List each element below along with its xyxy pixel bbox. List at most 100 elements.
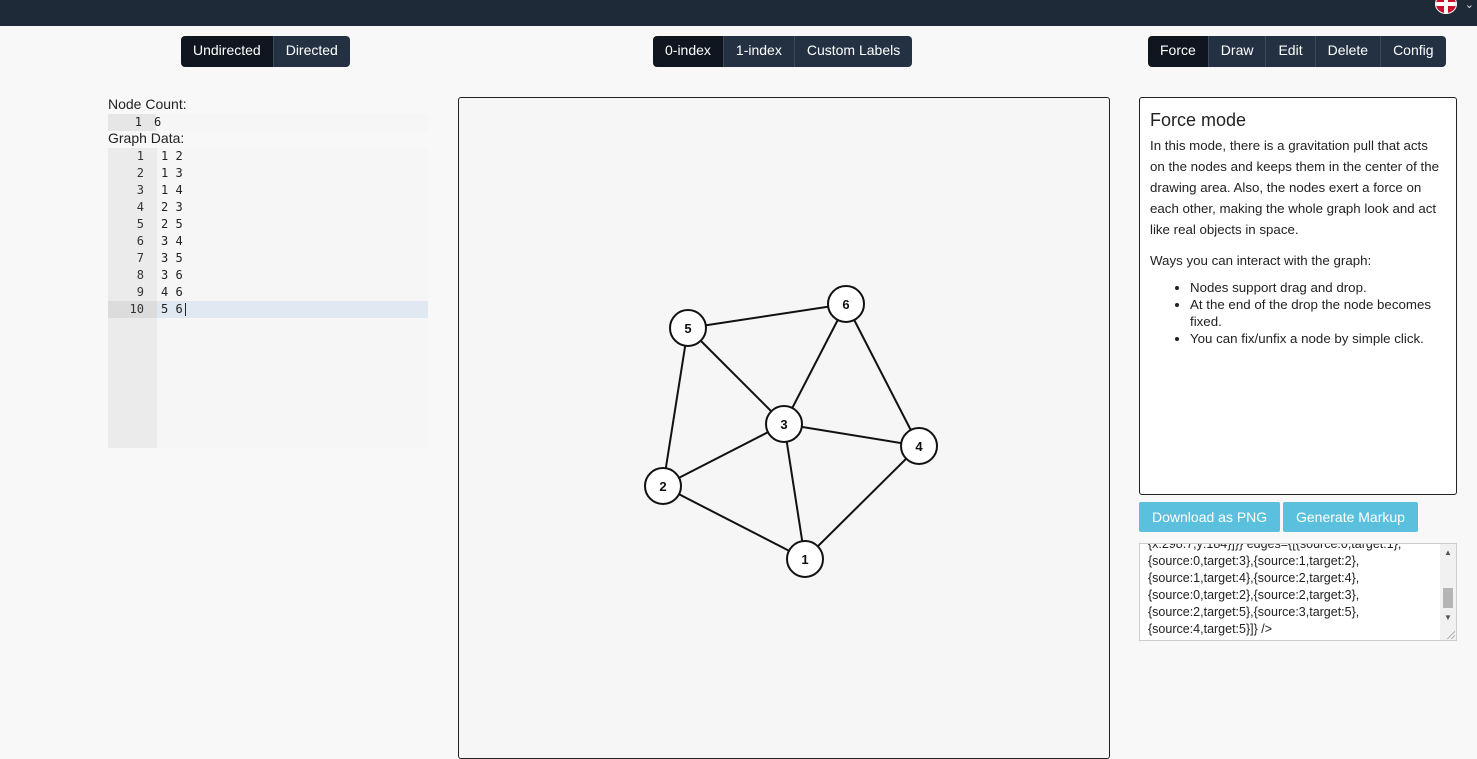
config-mode-button[interactable]: Config bbox=[1380, 36, 1446, 67]
markup-output-textarea[interactable]: {x:298.7,y:184}]}} edges={[{source:0,tar… bbox=[1139, 543, 1457, 641]
graph-edge-4-6[interactable] bbox=[845, 303, 920, 447]
graph-data-editor[interactable]: 11 221 331 442 352 563 473 583 694 6 10 5 … bbox=[108, 148, 428, 448]
info-interact-heading: Ways you can interact with the graph: bbox=[1150, 253, 1372, 268]
markup-line: {source:1,target:4},{source:2,target:4}, bbox=[1148, 571, 1360, 585]
graph-edge-2-5[interactable] bbox=[662, 327, 689, 487]
markup-line: {source:0,target:3},{source:1,target:2}, bbox=[1148, 554, 1360, 568]
editor-line[interactable]: 5 2 5 bbox=[108, 216, 428, 233]
mode-toggle: Force Draw Edit Delete Config bbox=[1148, 36, 1446, 67]
line-number: 2 bbox=[136, 166, 144, 180]
edge-text[interactable]: 1 4 bbox=[161, 182, 183, 199]
uk-flag-icon[interactable] bbox=[1435, 0, 1457, 14]
edit-mode-button[interactable]: Edit bbox=[1265, 36, 1315, 67]
markup-line: {source:2,target:5},{source:3,target:5}, bbox=[1148, 605, 1360, 619]
info-bullet: Nodes support drag and drop. bbox=[1190, 279, 1446, 296]
line-number: 8 bbox=[136, 268, 144, 282]
node-label: 2 bbox=[659, 479, 666, 494]
graph-data-label: Graph Data: bbox=[108, 130, 185, 146]
graph-edge-3-5[interactable] bbox=[687, 327, 785, 425]
graph-node-3[interactable]: 3 bbox=[765, 405, 803, 443]
editor-line[interactable]: 6 3 4 bbox=[108, 233, 428, 250]
info-title: Force mode bbox=[1150, 110, 1247, 130]
graph-edge-5-6[interactable] bbox=[687, 303, 847, 329]
edge-text[interactable]: 3 4 bbox=[161, 233, 183, 250]
info-paragraph: In this mode, there is a gravitation pul… bbox=[1150, 138, 1440, 237]
text-cursor bbox=[185, 303, 186, 316]
edge-text[interactable]: 1 3 bbox=[161, 165, 183, 182]
markup-line: {source:4,target:5}]} /> bbox=[1148, 622, 1273, 636]
custom-labels-button[interactable]: Custom Labels bbox=[793, 36, 913, 67]
one-index-button[interactable]: 1-index bbox=[722, 36, 794, 67]
directed-button[interactable]: Directed bbox=[272, 36, 350, 67]
info-bullet: You can fix/unfix a node by simple click… bbox=[1190, 330, 1446, 347]
editor-line[interactable]: 9 4 6 bbox=[108, 284, 428, 301]
info-bullets: Nodes support drag and drop. At the end … bbox=[1150, 279, 1446, 347]
node-label: 5 bbox=[684, 321, 691, 336]
line-number: 9 bbox=[136, 285, 144, 299]
graph-node-1[interactable]: 1 bbox=[786, 540, 824, 578]
zero-index-button[interactable]: 0-index bbox=[653, 36, 723, 67]
chevron-down-icon[interactable]: ⌄ bbox=[1465, 0, 1474, 11]
editor-line[interactable]: 10 5 6 bbox=[108, 301, 428, 318]
edge-text[interactable]: 3 6 bbox=[161, 267, 183, 284]
markup-scrollbar[interactable]: ▲ ▼ bbox=[1440, 544, 1456, 640]
undirected-button[interactable]: Undirected bbox=[181, 36, 273, 67]
line-number: 7 bbox=[136, 251, 144, 265]
graph-node-4[interactable]: 4 bbox=[900, 427, 938, 465]
node-count-value[interactable]: 6 bbox=[154, 114, 161, 131]
node-label: 3 bbox=[780, 417, 787, 432]
edge-text[interactable]: 4 6 bbox=[161, 284, 183, 301]
scrollbar-thumb[interactable] bbox=[1443, 588, 1453, 608]
graph-svg[interactable]: 1 2 3 4 5 6 bbox=[459, 98, 1109, 738]
graph-node-6[interactable]: 6 bbox=[827, 285, 865, 323]
editor-line[interactable]: 4 2 3 bbox=[108, 199, 428, 216]
info-panel: Force mode In this mode, there is a grav… bbox=[1139, 97, 1457, 495]
line-number: 5 bbox=[136, 217, 144, 231]
graph-type-toggle: Undirected Directed bbox=[181, 36, 350, 67]
download-png-button[interactable]: Download as PNG bbox=[1139, 502, 1281, 532]
graph-edge-3-4[interactable] bbox=[783, 423, 920, 447]
node-count-line-number: 1 bbox=[108, 114, 156, 131]
editor-line[interactable]: 1 1 2 bbox=[108, 148, 428, 165]
edge-text[interactable]: 5 6 bbox=[161, 301, 183, 318]
node-label: 6 bbox=[842, 297, 849, 312]
scroll-up-icon[interactable]: ▲ bbox=[1444, 548, 1452, 557]
line-number: 4 bbox=[136, 200, 144, 214]
node-label: 4 bbox=[915, 439, 923, 454]
editor-line[interactable]: 7 3 5 bbox=[108, 250, 428, 267]
graph-edge-3-6[interactable] bbox=[783, 303, 847, 425]
line-number: 6 bbox=[136, 234, 144, 248]
delete-mode-button[interactable]: Delete bbox=[1314, 36, 1381, 67]
info-bullet: At the end of the drop the node becomes … bbox=[1190, 296, 1446, 330]
graph-edge-1-4[interactable] bbox=[804, 445, 920, 560]
force-mode-button[interactable]: Force bbox=[1148, 36, 1208, 67]
node-count-editor[interactable]: 1 6 bbox=[108, 114, 428, 131]
scroll-down-icon[interactable]: ▼ bbox=[1444, 613, 1452, 622]
index-toggle: 0-index 1-index Custom Labels bbox=[653, 36, 913, 67]
editor-line[interactable]: 3 1 4 bbox=[108, 182, 428, 199]
node-label: 1 bbox=[801, 552, 808, 567]
line-number: 1 bbox=[136, 149, 144, 163]
graph-edge-1-2[interactable] bbox=[662, 485, 806, 560]
line-number: 3 bbox=[136, 183, 144, 197]
line-number: 10 bbox=[108, 301, 157, 318]
markup-text: {x:298.7,y:184}]}} edges={[{source:0,tar… bbox=[1148, 543, 1438, 638]
graph-node-2[interactable]: 2 bbox=[644, 467, 682, 505]
markup-line: {x:298.7,y:184}]}} edges={[{source:0,tar… bbox=[1148, 543, 1402, 551]
graph-node-5[interactable]: 5 bbox=[669, 309, 707, 347]
editor-line[interactable]: 2 1 3 bbox=[108, 165, 428, 182]
draw-mode-button[interactable]: Draw bbox=[1207, 36, 1266, 67]
graph-canvas[interactable]: 1 2 3 4 5 6 bbox=[458, 97, 1110, 759]
generate-markup-button[interactable]: Generate Markup bbox=[1283, 502, 1418, 532]
edge-text[interactable]: 1 2 bbox=[161, 148, 183, 165]
graph-edge-1-3[interactable] bbox=[783, 423, 806, 560]
markup-line: {source:0,target:2},{source:2,target:3}, bbox=[1148, 588, 1360, 602]
top-navbar: ⌄ bbox=[0, 0, 1477, 26]
edge-text[interactable]: 3 5 bbox=[161, 250, 183, 267]
node-count-label: Node Count: bbox=[108, 96, 187, 112]
edge-text[interactable]: 2 3 bbox=[161, 199, 183, 216]
resize-handle-icon[interactable] bbox=[1447, 631, 1455, 639]
graph-edge-2-3[interactable] bbox=[662, 423, 785, 487]
editor-line[interactable]: 8 3 6 bbox=[108, 267, 428, 284]
edge-text[interactable]: 2 5 bbox=[161, 216, 183, 233]
